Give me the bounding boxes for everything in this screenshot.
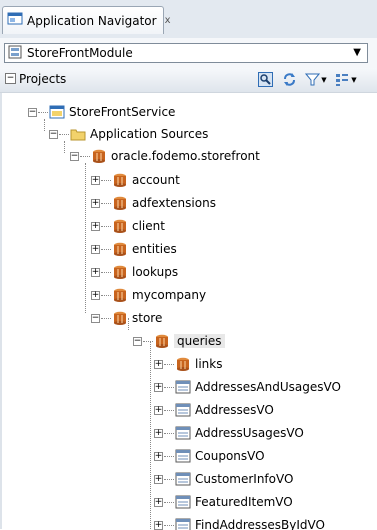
view-object-icon <box>175 471 191 487</box>
module-bar: StoreFrontModule ▼ <box>0 38 377 69</box>
module-select-value: StoreFrontModule <box>27 46 133 60</box>
tree-node-label: lookups <box>132 265 179 279</box>
expand-toggle-icon[interactable]: + <box>154 382 163 392</box>
package-icon <box>112 264 128 280</box>
expand-toggle-icon[interactable]: + <box>154 474 163 484</box>
collapse-projects-icon[interactable]: − <box>5 73 16 84</box>
module-select[interactable]: StoreFrontModule ▼ <box>4 43 368 63</box>
collapse-toggle-icon[interactable]: − <box>28 107 37 117</box>
working-sets-dropdown-icon[interactable]: ▼ <box>350 72 358 87</box>
expand-toggle-icon[interactable]: + <box>91 244 100 254</box>
tree-node-label: Application Sources <box>90 127 209 141</box>
package-icon <box>91 148 107 164</box>
dropdown-arrow-icon[interactable]: ▼ <box>353 47 361 58</box>
tree-node-queries[interactable]: − queries <box>133 330 225 352</box>
tree-node-vo[interactable]: + FindAddressesByIdVO <box>154 514 325 530</box>
tree-node-label: AddressesVO <box>195 403 274 417</box>
tree-node-label: FindAddressesByIdVO <box>195 518 325 530</box>
tab-title: Application Navigator <box>27 13 157 28</box>
tree-node-entities[interactable]: + entities <box>91 238 177 260</box>
expand-toggle-icon[interactable]: + <box>154 405 163 415</box>
expand-toggle-icon[interactable]: + <box>91 198 100 208</box>
tree-node-lookups[interactable]: + lookups <box>91 261 178 283</box>
tree-node-label: client <box>132 219 165 233</box>
tree-node-label: StoreFrontService <box>69 105 176 119</box>
tree-node-application-sources[interactable]: − Application Sources <box>49 123 208 145</box>
tree-node-label: account <box>132 173 180 187</box>
folder-icon <box>70 126 86 142</box>
collapse-toggle-icon[interactable]: − <box>91 313 100 323</box>
module-icon <box>8 45 22 62</box>
tree-node-label: FeaturedItemVO <box>195 495 293 509</box>
package-icon <box>112 310 128 326</box>
tree-node-client[interactable]: + client <box>91 215 165 237</box>
search-icon[interactable] <box>258 72 273 87</box>
projects-label: Projects <box>19 72 67 86</box>
tree-connector <box>85 163 86 313</box>
tree-node-label: mycompany <box>132 288 207 302</box>
tree-node-label: adfextensions <box>132 196 216 210</box>
tree-node-label: store <box>132 311 163 325</box>
package-icon <box>112 241 128 257</box>
application-navigator-icon <box>7 11 23 30</box>
expand-toggle-icon[interactable]: + <box>91 221 100 231</box>
tree-node-label: oracle.fodemo.storefront <box>111 149 260 163</box>
package-icon <box>154 333 170 349</box>
tree-node-vo[interactable]: + AddressesAndUsagesVO <box>154 376 341 398</box>
tree-node-label: AddressesAndUsagesVO <box>195 380 341 394</box>
view-object-icon <box>175 402 191 418</box>
close-tab-icon[interactable]: x <box>165 15 171 26</box>
navigator-tab-bar: Application Navigator x <box>0 0 377 39</box>
view-object-icon <box>175 448 191 464</box>
view-object-icon <box>175 494 191 510</box>
tree-node-package-root[interactable]: − oracle.fodemo.storefront <box>70 145 260 167</box>
collapse-toggle-icon[interactable]: − <box>49 129 58 139</box>
tree-node-label: CustomerInfoVO <box>195 472 294 486</box>
tree-node-label: links <box>195 357 223 371</box>
package-icon <box>112 218 128 234</box>
tree-node-mycompany[interactable]: + mycompany <box>91 284 206 306</box>
tree-node-label: AddressUsagesVO <box>195 426 304 440</box>
refresh-icon[interactable] <box>282 72 297 87</box>
package-icon <box>112 172 128 188</box>
tree-node-root[interactable]: − StoreFrontService <box>28 101 175 123</box>
tree-node-vo[interactable]: + AddressesVO <box>154 399 274 421</box>
projects-toolbar: − Projects ▼ ▼ <box>0 68 377 93</box>
expand-toggle-icon[interactable]: + <box>154 520 163 530</box>
view-object-icon <box>175 379 191 395</box>
tree-node-vo[interactable]: + AddressUsagesVO <box>154 422 304 444</box>
package-icon <box>112 195 128 211</box>
expand-toggle-icon[interactable]: + <box>91 267 100 277</box>
tree-node-links[interactable]: + links <box>154 353 222 375</box>
expand-toggle-icon[interactable]: + <box>154 497 163 507</box>
tree-connector <box>150 341 151 530</box>
project-icon <box>49 104 65 120</box>
tree-node-account[interactable]: + account <box>91 169 180 191</box>
collapse-toggle-icon[interactable]: − <box>70 151 79 161</box>
expand-toggle-icon[interactable]: + <box>154 451 163 461</box>
tree-node-adfextensions[interactable]: + adfextensions <box>91 192 216 214</box>
tree-node-label-selected: queries <box>174 334 225 348</box>
view-object-icon <box>175 425 191 441</box>
tree-node-store[interactable]: − store <box>91 307 162 329</box>
expand-toggle-icon[interactable]: + <box>154 359 163 369</box>
filter-dropdown-icon[interactable]: ▼ <box>320 72 328 87</box>
project-tree: − StoreFrontService − Application Source… <box>0 92 377 530</box>
tree-node-vo[interactable]: + CustomerInfoVO <box>154 468 293 490</box>
collapse-toggle-icon[interactable]: − <box>133 336 142 346</box>
expand-toggle-icon[interactable]: + <box>91 290 100 300</box>
expand-toggle-icon[interactable]: + <box>154 428 163 438</box>
application-navigator-tab[interactable]: Application Navigator x <box>2 6 171 34</box>
tree-node-vo[interactable]: + CouponsVO <box>154 445 265 467</box>
tree-node-vo[interactable]: + FeaturedItemVO <box>154 491 293 513</box>
working-sets-icon[interactable] <box>334 72 349 87</box>
package-icon <box>175 356 191 372</box>
view-object-icon <box>175 517 191 530</box>
filter-icon[interactable] <box>305 72 320 87</box>
tree-node-label: entities <box>132 242 177 256</box>
tree-node-label: CouponsVO <box>195 449 265 463</box>
package-icon <box>112 287 128 303</box>
expand-toggle-icon[interactable]: + <box>91 175 100 185</box>
